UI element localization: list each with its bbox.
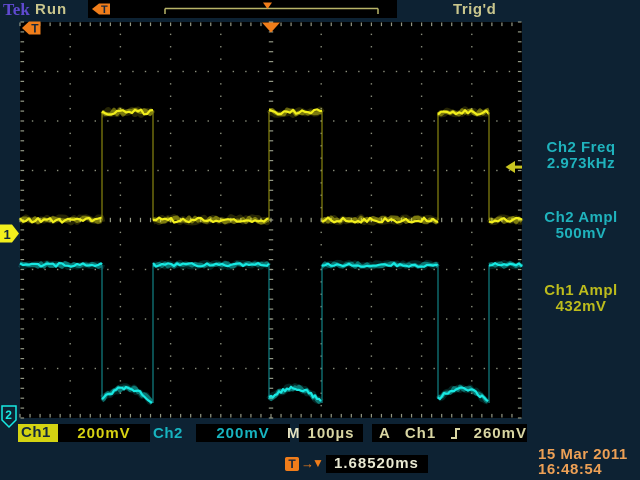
ch1-scale-value: 200mV xyxy=(77,425,130,442)
timebase-value: 100µs xyxy=(307,425,354,442)
time-text: 16:48:54 xyxy=(538,462,628,477)
svg-text:2: 2 xyxy=(5,408,12,422)
acquisition-bar-background xyxy=(88,0,397,18)
ch1-ground-marker: 1 xyxy=(0,225,19,243)
trigger-delay-icon: T xyxy=(285,457,299,471)
datetime-display: 15 Mar 2011 16:48:54 xyxy=(538,447,628,477)
measurement-label: Ch2 Freq xyxy=(522,140,640,156)
rising-edge-icon xyxy=(450,426,459,441)
trigger-level-value: 260mV xyxy=(474,425,527,442)
marker-triangle-icon: ▼ xyxy=(312,456,324,470)
measurement-ch2-ampl: Ch2 Ampl 500mV xyxy=(522,210,640,242)
ch2-scale-readout: 200mV xyxy=(196,424,290,442)
measurement-value: 500mV xyxy=(522,226,640,242)
measurement-value: 2.973kHz xyxy=(522,156,640,172)
tek-logo: Tek xyxy=(3,0,30,20)
trigger-status: Trig'd xyxy=(453,1,496,18)
oscilloscope-screen: Tek Run Trig'd T T xyxy=(0,0,640,480)
trigger-mode-label: A xyxy=(379,425,391,442)
graticule-background xyxy=(20,22,522,418)
measurement-ch1-ampl: Ch1 Ampl 432mV xyxy=(522,283,640,315)
date-text: 15 Mar 2011 xyxy=(538,447,628,462)
measurement-value: 432mV xyxy=(522,299,640,315)
trigger-delay-readout: 1.68520ms xyxy=(326,455,428,473)
ch2-channel-label: Ch2 xyxy=(153,425,183,442)
trigger-source: Ch1 xyxy=(405,425,436,442)
measurement-ch2-freq: Ch2 Freq 2.973kHz xyxy=(522,140,640,172)
acquisition-status: Run xyxy=(35,1,67,18)
trigger-readout: A Ch1 260mV xyxy=(372,424,527,442)
measurement-label: Ch2 Ampl xyxy=(522,210,640,226)
timebase-label: M xyxy=(287,425,300,442)
ch2-ground-marker: 2 xyxy=(2,406,16,427)
ch1-scale-readout: 200mV xyxy=(58,424,150,442)
ch1-channel-badge: Ch1 xyxy=(18,424,58,442)
measurement-label: Ch1 Ampl xyxy=(522,283,640,299)
timebase-readout: 100µs xyxy=(299,424,363,442)
svg-text:1: 1 xyxy=(4,227,11,242)
ch2-scale-value: 200mV xyxy=(216,425,269,442)
